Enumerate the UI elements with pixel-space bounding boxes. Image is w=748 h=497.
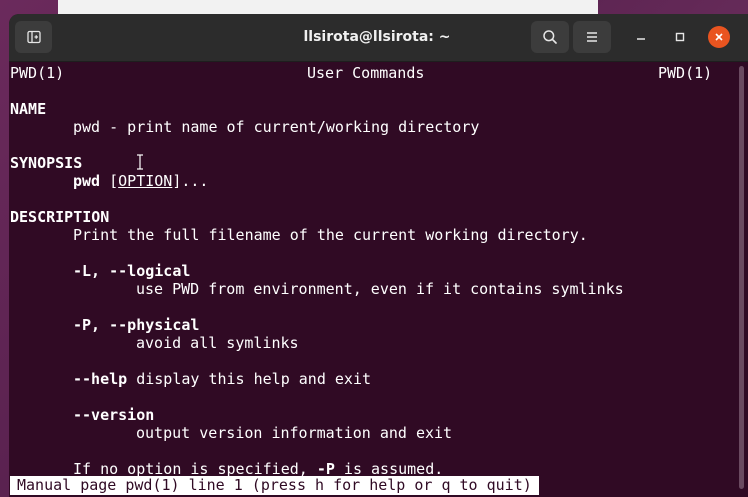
maximize-icon — [675, 32, 685, 42]
option-logical: -L, --logical — [73, 262, 191, 280]
name-heading: NAME — [10, 100, 47, 118]
synopsis-command: pwd — [73, 172, 101, 190]
option-help: --help — [73, 370, 128, 388]
option-version-desc: output version information and exit — [136, 424, 453, 442]
desktop-background: llsirota@llsirota: ~ PWD(1) User Command… — [0, 0, 748, 497]
option-help-desc: display this help and exit — [127, 370, 372, 388]
option-physical-desc: avoid all symlinks — [136, 334, 299, 352]
man-header: PWD(1) User Commands PWD(1) — [10, 64, 712, 82]
synopsis-close: ]... — [172, 172, 209, 190]
header-left: PWD(1) — [10, 64, 65, 82]
name-text: pwd - print name of current/working dire… — [73, 118, 480, 136]
close-icon — [715, 33, 723, 41]
synopsis-line: pwd [OPTION]... — [73, 172, 208, 190]
header-center: User Commands — [307, 64, 425, 82]
synopsis-heading: SYNOPSIS — [10, 154, 83, 172]
new-tab-icon — [26, 30, 41, 44]
synopsis-option: OPTION — [118, 172, 173, 190]
minimize-button[interactable] — [630, 26, 652, 48]
terminal-output[interactable]: PWD(1) User Commands PWD(1) NAME pwd - pri… — [9, 62, 733, 497]
description-heading: DESCRIPTION — [10, 208, 110, 226]
maximize-button[interactable] — [669, 26, 691, 48]
option-physical: -P, --physical — [73, 316, 200, 334]
option-help-line: --help display this help and exit — [73, 370, 371, 388]
minimize-icon — [637, 38, 645, 40]
terminal-scrollbar[interactable] — [738, 66, 745, 489]
option-version: --version — [73, 406, 155, 424]
new-tab-button[interactable] — [15, 21, 52, 53]
pager-status-line: Manual page pwd(1) line 1 (press h for h… — [10, 476, 539, 495]
description-text: Print the full filename of the current w… — [73, 226, 588, 244]
option-logical-desc: use PWD from environment, even if it con… — [136, 280, 624, 298]
menu-button[interactable] — [573, 21, 611, 53]
search-icon — [543, 30, 557, 44]
window-title: llsirota@llsirota: ~ — [303, 29, 451, 45]
header-right: PWD(1) — [658, 64, 713, 82]
text-cursor-icon — [137, 154, 143, 170]
scrollbar-thumb[interactable] — [739, 66, 744, 489]
terminal-window: llsirota@llsirota: ~ PWD(1) User Command… — [9, 14, 748, 497]
titlebar: llsirota@llsirota: ~ — [9, 14, 748, 62]
search-button[interactable] — [531, 21, 569, 53]
close-button[interactable] — [708, 26, 730, 48]
background-window-edge — [58, 0, 598, 14]
synopsis-open: [ — [109, 172, 119, 190]
hamburger-menu-icon — [587, 32, 597, 42]
